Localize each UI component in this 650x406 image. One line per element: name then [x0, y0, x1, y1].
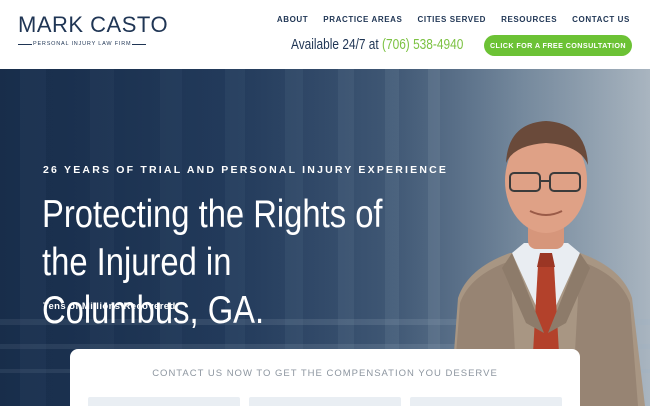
logo-rule-right	[132, 44, 146, 45]
nav-contact-us[interactable]: CONTACT US	[572, 15, 630, 24]
phone-link[interactable]: (706) 538-4940	[382, 37, 463, 53]
email-field[interactable]	[410, 397, 562, 406]
contact-form-card: CONTACT US NOW TO GET THE COMPENSATION Y…	[70, 349, 580, 406]
nav-practice-areas[interactable]: PRACTICE AREAS	[323, 15, 402, 24]
contact-form-title: CONTACT US NOW TO GET THE COMPENSATION Y…	[152, 368, 498, 379]
hero-subline: Tens of Millions Recovered	[43, 301, 176, 312]
nav-resources[interactable]: RESOURCES	[501, 15, 557, 24]
phone-field[interactable]	[249, 397, 401, 406]
name-field[interactable]	[88, 397, 240, 406]
logo-tagline-row: PERSONAL INJURY LAW FIRM	[18, 40, 146, 48]
free-consultation-button[interactable]: CLICK FOR A FREE CONSULTATION	[484, 35, 632, 56]
availability-text: Available 24/7 at	[291, 37, 383, 53]
hero-eyebrow: 26 YEARS OF TRIAL AND PERSONAL INJURY EX…	[43, 164, 449, 176]
logo[interactable]: MARK CASTO PERSONAL INJURY LAW FIRM	[18, 12, 169, 48]
hero-headline: Protecting the Rights of the Injured in …	[42, 193, 383, 332]
main-nav: ABOUT PRACTICE AREAS CITIES SERVED RESOU…	[277, 15, 630, 24]
logo-name: MARK CASTO	[18, 12, 169, 37]
nav-about[interactable]: ABOUT	[277, 15, 308, 24]
logo-tagline: PERSONAL INJURY LAW FIRM	[33, 41, 132, 47]
nav-cities-served[interactable]: CITIES SERVED	[418, 15, 487, 24]
site-header: MARK CASTO PERSONAL INJURY LAW FIRM ABOU…	[0, 0, 650, 69]
availability-line: Available 24/7 at (706) 538-4940	[291, 37, 463, 53]
logo-rule-left	[18, 44, 32, 45]
